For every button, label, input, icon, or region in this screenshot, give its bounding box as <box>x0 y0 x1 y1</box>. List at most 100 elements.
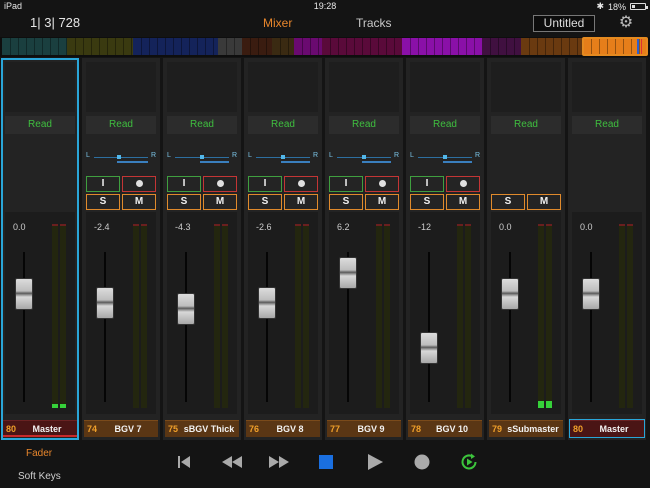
insert-slot-area[interactable] <box>410 62 480 112</box>
input-monitor-button[interactable]: I <box>329 176 363 192</box>
record-dot-icon <box>216 180 224 187</box>
pan-knob[interactable] <box>200 155 204 159</box>
record-arm-button[interactable] <box>284 176 318 192</box>
solo-button[interactable]: S <box>248 194 282 210</box>
channel-number: 80 <box>573 424 584 434</box>
channel-strip[interactable]: Read 0.0 80 Master <box>568 58 646 440</box>
insert-slot-area[interactable] <box>572 62 642 112</box>
song-overview[interactable] <box>0 37 650 57</box>
pan-control[interactable]: LR <box>410 150 480 168</box>
insert-slot-area[interactable] <box>86 62 156 112</box>
automation-read-button[interactable]: Read <box>329 116 399 134</box>
fader-handle[interactable] <box>420 332 438 364</box>
channel-name-bar[interactable]: 77 BGV 9 <box>327 420 401 437</box>
fader-handle[interactable] <box>96 287 114 319</box>
channel-name-bar[interactable]: 78 BGV 10 <box>408 420 482 437</box>
mute-button[interactable]: M <box>527 194 561 210</box>
channel-strip[interactable]: Read L R I S M -2.6 76 BGV 8 <box>244 58 322 440</box>
automation-read-button[interactable]: Read <box>167 116 237 134</box>
automation-read-button[interactable]: Read <box>572 116 642 134</box>
solo-button[interactable]: S <box>86 194 120 210</box>
fader-handle[interactable] <box>501 278 519 310</box>
play-icon[interactable] <box>365 452 385 472</box>
channel-strip[interactable]: Read L R I S M -2.4 74 BGV 7 <box>82 58 160 440</box>
automation-read-button[interactable]: Read <box>410 116 480 134</box>
pan-left-label: L <box>248 152 252 159</box>
gear-icon[interactable]: ⚙ <box>617 14 635 32</box>
level-meter-right <box>303 224 309 408</box>
mute-button[interactable]: M <box>365 194 399 210</box>
input-monitor-button[interactable]: I <box>248 176 282 192</box>
input-monitor-button[interactable]: I <box>86 176 120 192</box>
tab-mixer[interactable]: Mixer <box>263 16 292 30</box>
fader-section: -4.3 <box>167 212 237 414</box>
insert-slot-area[interactable] <box>167 62 237 112</box>
automation-read-button[interactable]: Read <box>491 116 561 134</box>
pan-knob[interactable] <box>443 155 447 159</box>
insert-slot-area[interactable] <box>329 62 399 112</box>
solo-button[interactable]: S <box>410 194 444 210</box>
pan-knob[interactable] <box>281 155 285 159</box>
insert-slot-area[interactable] <box>248 62 318 112</box>
pan-left-label: L <box>329 152 333 159</box>
fader-handle[interactable] <box>177 293 195 325</box>
overview-segment <box>2 38 67 55</box>
automation-read-button[interactable]: Read <box>86 116 156 134</box>
input-monitor-button[interactable]: I <box>167 176 201 192</box>
fader-handle[interactable] <box>258 287 276 319</box>
pan-control[interactable]: LR <box>248 150 318 168</box>
fader-handle[interactable] <box>15 278 33 310</box>
pan-knob[interactable] <box>362 155 366 159</box>
channel-strip[interactable]: Read L R I S M -12 78 BGV 10 <box>406 58 484 440</box>
channel-name-bar[interactable]: 79 sSubmaster <box>489 420 563 437</box>
rewind-icon[interactable] <box>219 452 245 472</box>
stop-icon[interactable] <box>318 452 334 472</box>
insert-slot-area[interactable] <box>491 62 561 112</box>
pan-control[interactable]: LR <box>167 150 237 168</box>
mute-button[interactable]: M <box>203 194 237 210</box>
fader-handle[interactable] <box>339 257 357 289</box>
mute-button[interactable]: M <box>284 194 318 210</box>
tab-tracks[interactable]: Tracks <box>356 16 392 30</box>
fast-forward-icon[interactable] <box>266 452 292 472</box>
channel-name-bar[interactable]: 74 BGV 7 <box>84 420 158 437</box>
go-to-start-icon[interactable] <box>176 452 192 472</box>
level-meter-right <box>141 224 147 408</box>
record-arm-button[interactable] <box>446 176 480 192</box>
channel-name-bar[interactable]: 75 sBGV Thick <box>165 420 239 437</box>
fader-section: -12 <box>410 212 480 414</box>
record-arm-button[interactable] <box>365 176 399 192</box>
channel-strip[interactable]: Read S M 0.0 79 sSubmaster <box>487 58 565 440</box>
record-arm-button[interactable] <box>203 176 237 192</box>
channel-name-bar[interactable]: 80 Master <box>569 419 645 438</box>
mute-button[interactable]: M <box>446 194 480 210</box>
channel-strip[interactable]: Read 0.0 80 Master <box>1 58 79 440</box>
record-icon[interactable] <box>413 452 431 472</box>
fader-handle[interactable] <box>582 278 600 310</box>
solo-button[interactable]: S <box>491 194 525 210</box>
mute-button[interactable]: M <box>122 194 156 210</box>
pan-knob[interactable] <box>117 155 121 159</box>
automation-read-button[interactable]: Read <box>5 116 75 134</box>
insert-slot-area[interactable] <box>5 62 75 112</box>
channel-name-bar[interactable]: 80 Master <box>3 420 77 437</box>
solo-button[interactable]: S <box>329 194 363 210</box>
softkeys-mode-button[interactable]: Soft Keys <box>18 471 61 482</box>
channel-name-bar[interactable]: 76 BGV 8 <box>246 420 320 437</box>
input-monitor-button[interactable]: I <box>410 176 444 192</box>
fader-section: -2.4 <box>86 212 156 414</box>
song-title-button[interactable]: Untitled <box>533 15 595 32</box>
record-arm-button[interactable] <box>122 176 156 192</box>
clock: 19:28 <box>313 1 337 11</box>
pan-control[interactable]: LR <box>329 150 399 168</box>
loop-play-icon[interactable] <box>459 452 479 472</box>
pan-control[interactable]: LR <box>86 150 156 168</box>
channel-strip[interactable]: Read L R I S M 6.2 77 BGV 9 <box>325 58 403 440</box>
position-counter[interactable]: 1| 3| 728 <box>30 15 80 30</box>
automation-read-button[interactable]: Read <box>248 116 318 134</box>
channel-name: sSubmaster <box>507 424 559 434</box>
fader-mode-button[interactable]: Fader <box>26 448 52 459</box>
volume-readout: -2.4 <box>94 222 110 232</box>
solo-button[interactable]: S <box>167 194 201 210</box>
channel-strip[interactable]: Read L R I S M -4.3 75 sBGV Thick <box>163 58 241 440</box>
